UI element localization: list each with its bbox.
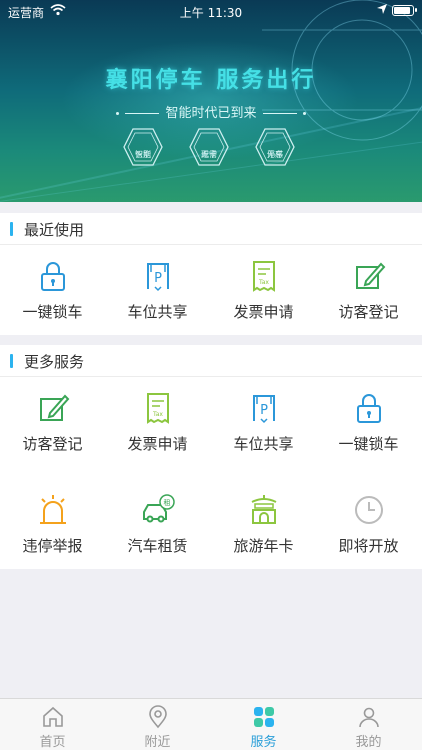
tab-services[interactable]: 服务 xyxy=(211,699,316,750)
banner-subtitle: 智能时代已到来 xyxy=(165,106,257,121)
service-item-parking-report[interactable]: 违停举报 xyxy=(0,487,105,575)
banner-title: 襄阳停车 服务出行 xyxy=(105,68,317,93)
service-item-lock-car[interactable]: 一键锁车 xyxy=(316,385,421,473)
recent-item-invoice[interactable]: Tax 发票申请 xyxy=(211,253,316,341)
badge-no-card: 无需 取卡 xyxy=(189,128,229,166)
invoice-icon: Tax xyxy=(141,391,175,425)
more-section-title: 更多服务 xyxy=(24,353,85,371)
badge-smart-recognition: 智能 识别 xyxy=(123,128,163,166)
user-icon xyxy=(357,705,381,729)
svg-text:Tax: Tax xyxy=(152,411,163,418)
service-item-label: 违停举报 xyxy=(22,537,83,555)
location-pin-icon xyxy=(146,705,170,729)
service-item-label: 汽车租赁 xyxy=(127,537,188,555)
recent-item-visitor[interactable]: 访客登记 xyxy=(316,253,421,341)
status-bar: 运营商 上午 11:30 xyxy=(0,0,422,22)
banner[interactable]: 运营商 上午 11:30 襄阳停车 服务出行 智能时代已到来 智能 识别 无需 取卡… xyxy=(0,0,422,202)
service-item-parking-share[interactable]: P 车位共享 xyxy=(211,385,316,473)
service-item-label: 车位共享 xyxy=(233,435,294,453)
service-item-coming-soon[interactable]: 即将开放 xyxy=(316,487,421,575)
recent-item-label: 车位共享 xyxy=(127,303,188,321)
recent-section-title: 最近使用 xyxy=(24,221,85,239)
tab-nearby[interactable]: 附近 xyxy=(105,699,210,750)
recent-section-header: 最近使用 xyxy=(0,213,422,245)
service-item-label: 一键锁车 xyxy=(338,435,399,453)
lock-icon xyxy=(352,391,386,425)
recent-item-label: 一键锁车 xyxy=(22,303,83,321)
tab-label: 附近 xyxy=(144,735,171,750)
tab-label: 首页 xyxy=(39,735,66,750)
service-item-travel-card[interactable]: 旅游年卡 xyxy=(211,487,316,575)
svg-text:租: 租 xyxy=(164,499,171,507)
recent-section: 最近使用 一键锁车 P 车位共享 Tax 发票申请 访客登记 xyxy=(0,213,422,335)
status-time: 上午 11:30 xyxy=(179,6,243,20)
location-arrow-icon xyxy=(376,3,388,18)
service-item-visitor[interactable]: 访客登记 xyxy=(0,385,105,473)
landmark-icon xyxy=(247,493,281,527)
home-icon xyxy=(41,705,65,729)
parking-icon: P xyxy=(247,391,281,425)
tab-bar: 首页 附近 服务 我的 xyxy=(0,698,422,750)
parking-icon: P xyxy=(141,259,175,293)
tab-label: 服务 xyxy=(250,735,277,750)
recent-item-label: 访客登记 xyxy=(338,303,399,321)
recent-item-lock-car[interactable]: 一键锁车 xyxy=(0,253,105,341)
svg-text:Tax: Tax xyxy=(258,279,269,286)
badge-seamless-parking: 无感 停车 xyxy=(255,128,295,166)
svg-text:P: P xyxy=(260,403,268,418)
recent-item-parking-share[interactable]: P 车位共享 xyxy=(105,253,210,341)
edit-icon xyxy=(352,259,386,293)
services-grid-icon xyxy=(252,705,276,729)
service-item-invoice[interactable]: Tax 发票申请 xyxy=(105,385,210,473)
tab-mine[interactable]: 我的 xyxy=(316,699,421,750)
service-item-label: 访客登记 xyxy=(22,435,83,453)
service-item-label: 即将开放 xyxy=(338,537,399,555)
lock-icon xyxy=(36,259,70,293)
banner-badges: 智能 识别 无需 取卡 无感 停车 xyxy=(0,128,422,168)
more-section-header: 更多服务 xyxy=(0,345,422,377)
invoice-icon: Tax xyxy=(247,259,281,293)
banner-subtitle-row: 智能时代已到来 xyxy=(0,102,422,121)
service-item-label: 旅游年卡 xyxy=(233,537,294,555)
service-item-label: 发票申请 xyxy=(127,435,188,453)
siren-icon xyxy=(36,493,70,527)
service-item-car-rental[interactable]: 租 汽车租赁 xyxy=(105,487,210,575)
tab-home[interactable]: 首页 xyxy=(0,699,105,750)
section-accent-bar xyxy=(10,354,13,368)
svg-text:P: P xyxy=(154,271,162,286)
recent-item-label: 发票申请 xyxy=(233,303,294,321)
section-accent-bar xyxy=(10,222,13,236)
more-services-section: 更多服务 访客登记 Tax 发票申请 P 车位共享 一键锁车 违停举报 租 汽车… xyxy=(0,345,422,569)
tab-label: 我的 xyxy=(355,735,382,750)
battery-icon xyxy=(392,5,417,16)
clock-icon xyxy=(352,493,386,527)
edit-icon xyxy=(36,391,70,425)
car-rental-icon: 租 xyxy=(141,493,175,527)
